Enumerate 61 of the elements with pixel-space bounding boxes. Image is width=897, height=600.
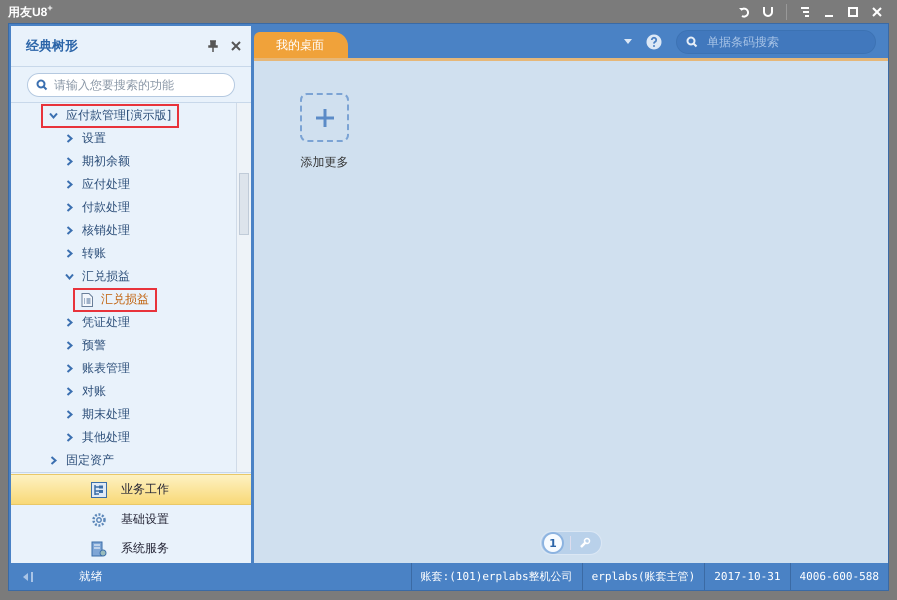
undo-icon[interactable] (738, 6, 750, 18)
window-title: 用友U8$^{+}$ (8, 2, 53, 20)
search-field[interactable]: 单据条码搜索 (676, 30, 876, 54)
status-text: 就绪 (79, 569, 103, 584)
chevron-right-icon[interactable] (65, 341, 74, 350)
server-icon (91, 540, 107, 556)
tree-item[interactable]: 汇兑损益 (101, 291, 149, 308)
search-icon (686, 36, 698, 48)
date-text: 2017-10-31 (704, 563, 790, 590)
phone-text: 4006-600-588 (790, 563, 888, 590)
tree-item[interactable]: 设置 (82, 130, 106, 147)
chevron-right-icon[interactable] (65, 134, 74, 143)
user-text: erplabs(账套主管) (582, 563, 704, 590)
chevron-right-icon[interactable] (65, 157, 74, 166)
gear-icon (91, 512, 107, 528)
account-text: 账套:(101)erplabs整机公司 (410, 563, 582, 590)
document-icon (81, 292, 93, 306)
chevron-right-icon[interactable] (65, 410, 74, 419)
chevron-right-icon[interactable] (65, 318, 74, 327)
tree-icon (91, 482, 107, 498)
chevron-right-icon[interactable] (65, 249, 74, 258)
chevron-right-icon[interactable] (65, 203, 74, 212)
tree-item[interactable]: 账表管理 (82, 360, 130, 377)
chevron-down-icon[interactable] (65, 272, 74, 281)
chevron-right-icon[interactable] (49, 456, 58, 465)
chevron-right-icon[interactable] (65, 433, 74, 442)
tree-item[interactable]: 应付款管理[演示版] (66, 107, 172, 124)
caret-icon[interactable] (624, 39, 632, 45)
scrollbar[interactable] (236, 103, 251, 472)
nav-item[interactable]: 基础设置 (11, 505, 251, 534)
tree-item[interactable]: 预警 (82, 337, 106, 354)
tree-item[interactable]: 期初余额 (82, 153, 130, 170)
nav-item[interactable]: 业务工作 (11, 474, 251, 505)
chevron-right-icon[interactable] (65, 364, 74, 373)
close-icon[interactable] (231, 41, 241, 51)
tree-item[interactable]: 核销处理 (82, 222, 130, 239)
menu-icon[interactable] (799, 6, 811, 18)
tree-item[interactable]: 凭证处理 (82, 314, 130, 331)
page-button[interactable]: 1 (544, 534, 562, 552)
tree-item[interactable]: 其他处理 (82, 429, 130, 446)
help-icon[interactable] (646, 34, 662, 50)
chevron-right-icon[interactable] (65, 180, 74, 189)
chevron-right-icon[interactable] (65, 226, 74, 235)
plus-icon (314, 108, 334, 128)
add-label: 添加更多 (300, 154, 348, 171)
chevron-down-icon[interactable] (49, 111, 58, 120)
tree-item[interactable]: 应付处理 (82, 176, 130, 193)
tree-item[interactable]: 期末处理 (82, 406, 130, 423)
search-icon (36, 79, 48, 91)
pin-icon[interactable] (207, 40, 219, 52)
tree-item[interactable]: 对账 (82, 383, 106, 400)
tree-item[interactable]: 转账 (82, 245, 106, 262)
nav-item[interactable]: 系统服务 (11, 534, 251, 563)
add-button[interactable] (300, 93, 349, 142)
chevron-right-icon[interactable] (65, 387, 74, 396)
search-field[interactable]: 请输入您要搜索的功能 (27, 73, 235, 97)
tree-item[interactable]: 汇兑损益 (82, 268, 130, 285)
tree-item[interactable]: 付款处理 (82, 199, 130, 216)
maximize-icon[interactable] (847, 6, 859, 18)
tree-item[interactable]: 固定资产 (66, 452, 114, 469)
panel-title: 经典树形 (26, 38, 79, 55)
